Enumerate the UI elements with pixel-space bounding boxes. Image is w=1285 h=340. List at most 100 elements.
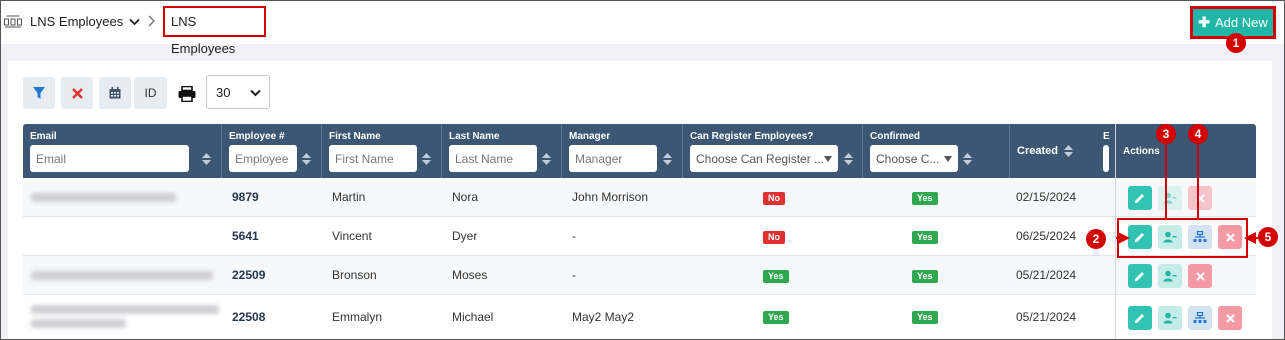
callout-marker-4: 4 xyxy=(1188,124,1208,144)
redacted-email xyxy=(31,271,213,280)
partial-filter-input[interactable] xyxy=(1103,145,1109,172)
sort-icon[interactable] xyxy=(844,153,853,165)
app-switcher[interactable]: LNS Employees xyxy=(30,14,140,29)
column-label-e-partial: E xyxy=(1103,131,1110,142)
filter-button[interactable] xyxy=(23,77,55,109)
column-label-created: Created xyxy=(1017,145,1074,158)
employees-table: Email Email Employee # Employee First Na… xyxy=(23,124,1256,340)
manager-name: John Morrison xyxy=(572,190,649,204)
employee-number[interactable]: 9879 xyxy=(232,178,259,217)
user-action-button[interactable] xyxy=(1158,306,1182,330)
add-new-label: Add New xyxy=(1214,15,1268,30)
app-switcher-label: LNS Employees xyxy=(30,14,124,29)
can-register-badge: No xyxy=(763,231,785,244)
page-size-select[interactable]: 30 xyxy=(206,75,270,109)
employees-card: ID 30 Email Email Employee # Employee Fi… xyxy=(8,61,1272,340)
confirmed-filter-select[interactable]: Choose C... xyxy=(870,145,958,172)
last-name: Michael xyxy=(452,310,494,324)
edit-button[interactable] xyxy=(1128,306,1152,330)
column-email: Email Email xyxy=(23,124,222,178)
sort-icon[interactable] xyxy=(1064,145,1074,158)
employee-number[interactable]: 22508 xyxy=(232,295,265,340)
delete-button[interactable] xyxy=(1188,186,1212,210)
callout-marker-3: 3 xyxy=(1156,124,1176,144)
id-toggle-button[interactable]: ID xyxy=(134,77,167,109)
manager-name: May2 May2 xyxy=(572,310,635,324)
column-label-confirmed: Confirmed xyxy=(870,131,920,142)
last-name: Dyer xyxy=(452,229,478,243)
date-filter-button[interactable] xyxy=(99,77,131,109)
table-row[interactable]: 5641 Vincent Dyer - No Yes 06/25/2024 xyxy=(23,217,1256,256)
column-created: Created E xyxy=(1010,124,1115,178)
edit-button[interactable] xyxy=(1128,264,1152,288)
chevron-down-icon xyxy=(944,156,952,162)
delete-icon xyxy=(1195,193,1205,203)
column-confirmed: Confirmed Choose C... xyxy=(863,124,1010,178)
manager-name: - xyxy=(572,268,576,282)
can-register-badge: Yes xyxy=(763,311,789,324)
first-name-filter-input[interactable]: First Name xyxy=(329,145,417,172)
breadcrumb-current[interactable]: LNS Employees xyxy=(163,6,266,56)
created-date: 06/25/2024 xyxy=(1016,229,1077,243)
sort-icon[interactable] xyxy=(202,153,211,165)
employee-number[interactable]: 5641 xyxy=(232,217,259,256)
callout-highlight-box xyxy=(1117,218,1248,258)
pencil-icon xyxy=(1135,314,1144,323)
user-add-icon xyxy=(1163,312,1177,324)
redacted-email xyxy=(31,319,126,328)
sort-icon[interactable] xyxy=(302,153,311,165)
sort-icon[interactable] xyxy=(422,153,431,165)
column-label-email: Email xyxy=(30,131,57,142)
table-row[interactable]: 22509 Bronson Moses - Yes Yes 05/21/2024 xyxy=(23,256,1256,295)
user-add-icon xyxy=(1163,192,1177,204)
first-name: Emmalyn xyxy=(332,310,383,324)
can-register-filter-value: Choose Can Register ... xyxy=(696,152,825,166)
user-action-button[interactable] xyxy=(1158,264,1182,288)
manager-name: - xyxy=(572,229,576,243)
chevron-right-icon xyxy=(148,15,155,27)
callout-marker-2: 2 xyxy=(1086,229,1106,249)
sort-icon[interactable] xyxy=(663,153,672,165)
user-action-button[interactable] xyxy=(1158,186,1182,210)
column-manager: Manager Manager xyxy=(562,124,683,178)
email-filter-input[interactable]: Email xyxy=(30,145,189,172)
column-last-name: Last Name Last Name xyxy=(442,124,562,178)
created-date: 05/21/2024 xyxy=(1016,268,1077,282)
delete-icon xyxy=(1225,313,1235,323)
top-bar: LNS Employees LNS Employees ✚ Add New xyxy=(0,0,1285,56)
manager-filter-input[interactable]: Manager xyxy=(569,145,657,172)
employee-number-filter-input[interactable]: Employee xyxy=(229,145,297,172)
column-label-manager: Manager xyxy=(569,131,611,142)
table-row[interactable]: 9879 Martin Nora John Morrison No Yes 02… xyxy=(23,178,1256,217)
can-register-badge: Yes xyxy=(763,270,789,283)
redacted-email xyxy=(31,305,219,314)
table-row[interactable]: 22508 Emmalyn Michael May2 May2 Yes Yes … xyxy=(23,295,1256,340)
sort-icon[interactable] xyxy=(542,153,551,165)
print-icon[interactable] xyxy=(178,86,196,102)
org-chart-button[interactable] xyxy=(1188,306,1212,330)
first-name: Martin xyxy=(332,190,366,204)
clear-filters-button[interactable] xyxy=(61,77,93,109)
last-name: Nora xyxy=(452,190,479,204)
page-size-value: 30 xyxy=(216,85,231,100)
last-name: Moses xyxy=(452,268,488,282)
first-name: Vincent xyxy=(332,229,372,243)
edit-button[interactable] xyxy=(1128,186,1152,210)
column-label-last-name: Last Name xyxy=(449,131,500,142)
last-name-filter-input[interactable]: Last Name xyxy=(449,145,537,172)
confirmed-badge: Yes xyxy=(912,311,938,324)
plus-icon: ✚ xyxy=(1198,14,1210,30)
column-label-can-register: Can Register Employees? xyxy=(690,131,814,142)
sort-icon[interactable] xyxy=(963,153,972,165)
redacted-email xyxy=(31,193,176,202)
column-label-employee-number: Employee # xyxy=(229,131,285,142)
confirmed-badge: Yes xyxy=(912,270,938,283)
column-employee-number: Employee # Employee xyxy=(222,124,322,178)
delete-button[interactable] xyxy=(1218,306,1242,330)
pencil-icon xyxy=(1135,194,1144,203)
created-date: 02/15/2024 xyxy=(1016,190,1077,204)
employee-number[interactable]: 22509 xyxy=(232,256,265,295)
callout-marker-1: 1 xyxy=(1226,33,1246,53)
can-register-filter-select[interactable]: Choose Can Register ... xyxy=(690,145,838,172)
delete-button[interactable] xyxy=(1188,264,1212,288)
